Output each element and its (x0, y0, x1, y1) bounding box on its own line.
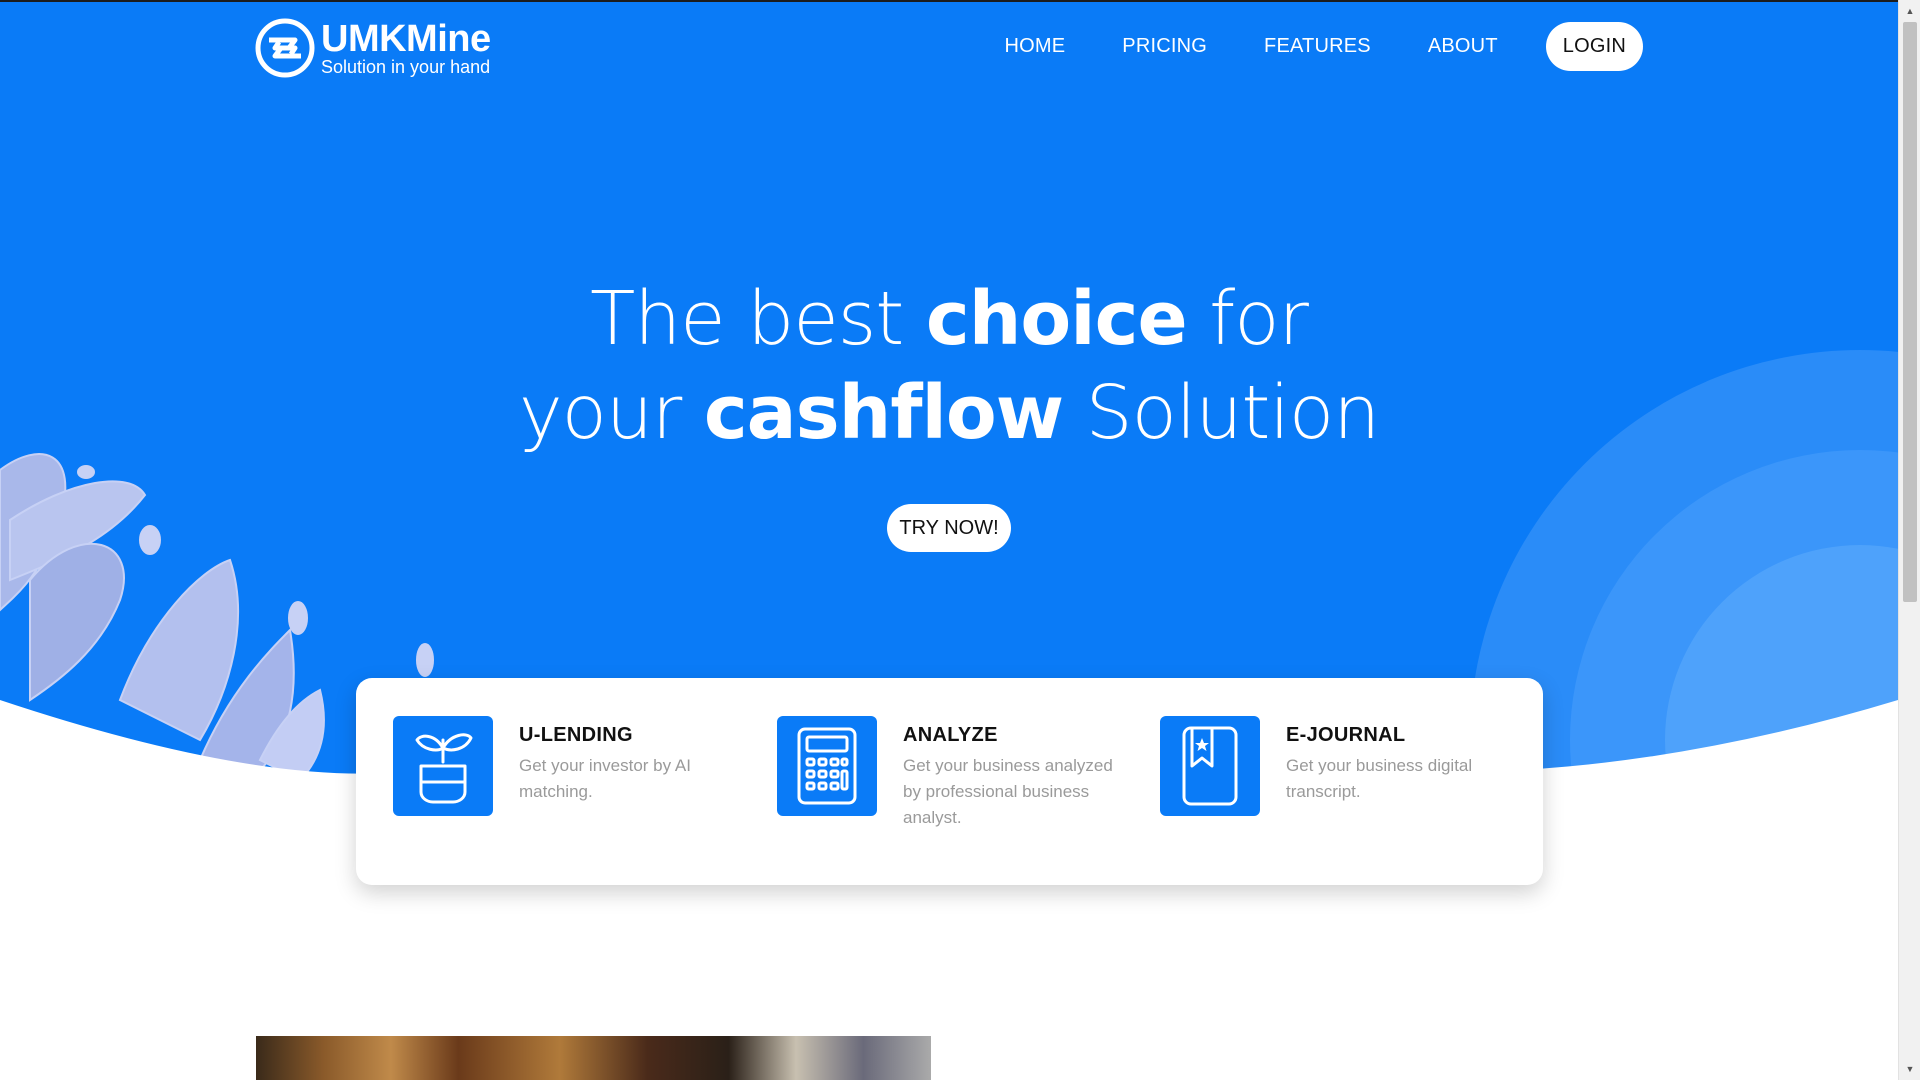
page: UMKMine Solution in your hand HOME PRICI… (0, 0, 1898, 1080)
headline-emphasis: cashflow (703, 370, 1064, 456)
hero-headline: The best choice for your cashflow Soluti… (0, 272, 1898, 460)
headline-text: Solution (1063, 370, 1380, 456)
brand-name: UMKMine (321, 18, 491, 60)
headline-text: for (1186, 276, 1309, 362)
nav-home[interactable]: HOME (1004, 35, 1065, 58)
scroll-down-icon[interactable]: ▼ (1899, 1060, 1920, 1078)
features-card: U-LENDING Get your investor by AI matchi… (356, 678, 1543, 885)
scrollbar-thumb[interactable] (1903, 22, 1917, 602)
feature-description: Get your business analyzed by profession… (903, 756, 1113, 827)
plant-pot-icon (393, 716, 493, 816)
scroll-up-icon[interactable]: ▲ (1899, 2, 1920, 20)
brand-logo[interactable]: UMKMine Solution in your hand (255, 18, 491, 78)
feature-description: Get your investor by AI matching. (519, 756, 691, 801)
top-border (0, 0, 1898, 2)
shop-photo (256, 1036, 931, 1080)
headline-text: The best (590, 276, 926, 362)
bookmark-journal-icon (1160, 716, 1260, 816)
try-now-button[interactable]: TRY NOW! (887, 504, 1011, 552)
headline-emphasis: choice (925, 276, 1188, 362)
login-button[interactable]: LOGIN (1545, 22, 1643, 71)
hero-section: UMKMine Solution in your hand HOME PRICI… (0, 0, 1898, 780)
feature-title: E-JOURNAL (1286, 724, 1406, 746)
feature-analyze[interactable]: ANALYZE Get your business analyzed by pr… (777, 716, 1123, 831)
feature-e-journal[interactable]: E-JOURNAL Get your business digital tran… (1160, 716, 1506, 816)
feature-u-lending[interactable]: U-LENDING Get your investor by AI matchi… (393, 716, 739, 816)
brand-tagline: Solution in your hand (321, 57, 491, 77)
feature-description: Get your business digital transcript. (1286, 756, 1473, 801)
umkmine-logo-icon (255, 18, 315, 78)
main-nav: HOME PRICING FEATURES ABOUT LOGIN (947, 22, 1643, 71)
calculator-icon (777, 716, 877, 816)
nav-pricing[interactable]: PRICING (1122, 35, 1207, 58)
nav-features[interactable]: FEATURES (1264, 35, 1371, 58)
headline-text: your (518, 370, 704, 456)
feature-title: U-LENDING (519, 724, 633, 746)
vertical-scrollbar[interactable]: ▲ ▼ (1898, 0, 1920, 1080)
feature-title: ANALYZE (903, 724, 998, 746)
nav-about[interactable]: ABOUT (1428, 35, 1498, 58)
